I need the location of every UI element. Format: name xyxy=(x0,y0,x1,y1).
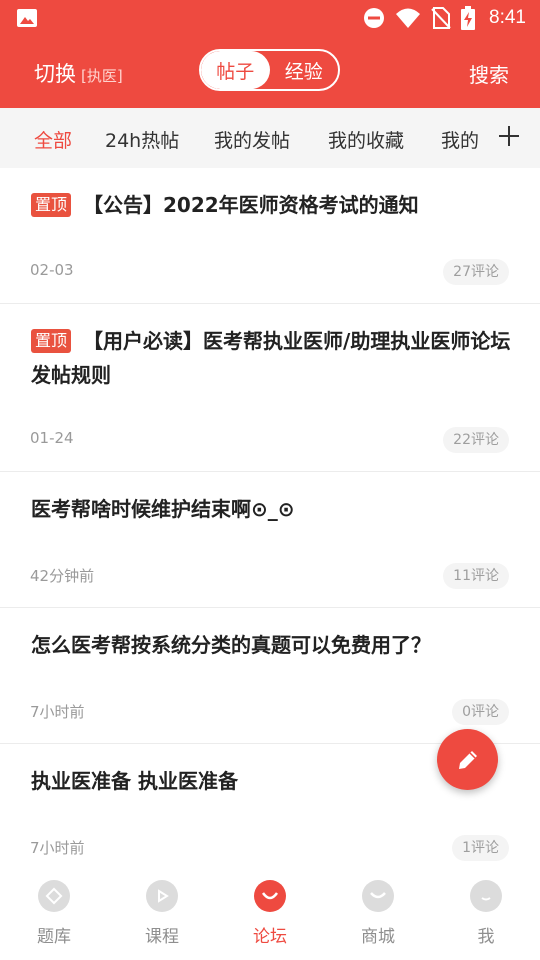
nav-label: 论坛 xyxy=(253,927,287,947)
post-date: 02-03 xyxy=(30,261,74,279)
tab-my-posts[interactable]: 我的发帖 xyxy=(214,126,290,153)
compose-post-button[interactable] xyxy=(437,729,498,790)
nav-label: 题库 xyxy=(37,927,71,947)
image-icon xyxy=(17,9,37,27)
profile-icon xyxy=(470,880,502,912)
nav-question-bank[interactable]: 题库 xyxy=(0,868,108,960)
question-bank-icon xyxy=(38,880,70,912)
post-title: 怎么医考帮按系统分类的真题可以免费用了？ xyxy=(31,633,431,657)
post-date: 01-24 xyxy=(30,429,74,447)
no-sim-icon xyxy=(431,7,451,29)
tab-all[interactable]: 全部 xyxy=(34,126,72,153)
list-item[interactable]: 置顶 【用户必读】医考帮执业医师/助理执业医师论坛发帖规则 01-24 22评论 xyxy=(0,304,540,472)
forum-smile-icon xyxy=(254,880,286,912)
post-title: 置顶 【用户必读】医考帮执业医师/助理执业医师论坛发帖规则 xyxy=(31,324,516,392)
switch-label: 切换 xyxy=(34,62,76,86)
post-title: 医考帮啥时候维护结束啊⊙_⊙ xyxy=(31,497,295,521)
post-date: 42分钟前 xyxy=(30,567,95,585)
nav-label: 课程 xyxy=(145,927,179,947)
app-bar: 切换 [执医] 帖子 经验 搜索 xyxy=(0,36,540,108)
post-title: 置顶 【公告】2022年医师资格考试的通知 xyxy=(31,188,516,222)
current-exam-label: [执医] xyxy=(81,67,123,85)
battery-charging-icon xyxy=(461,6,476,30)
segment-control: 帖子 经验 xyxy=(199,49,340,91)
play-icon xyxy=(146,880,178,912)
post-date: 7小时前 xyxy=(30,703,85,721)
pinned-badge: 置顶 xyxy=(31,193,72,217)
pinned-badge: 置顶 xyxy=(31,329,72,353)
list-item[interactable]: 医考帮啥时候维护结束啊⊙_⊙ 42分钟前 11评论 xyxy=(0,472,540,608)
nav-courses[interactable]: 课程 xyxy=(108,868,216,960)
tab-my-favorites[interactable]: 我的收藏 xyxy=(328,126,404,153)
comment-count-badge: 11评论 xyxy=(443,563,509,589)
search-button[interactable]: 搜索 xyxy=(469,59,509,88)
list-item[interactable]: 怎么医考帮按系统分类的真题可以免费用了？ 7小时前 0评论 xyxy=(0,608,540,744)
dnd-icon xyxy=(364,8,385,28)
status-bar: 8:41 xyxy=(0,0,540,36)
nav-label: 商城 xyxy=(361,927,395,947)
tab-my-partial[interactable]: 我的 xyxy=(441,126,481,153)
segment-experience[interactable]: 经验 xyxy=(270,51,339,89)
pencil-icon xyxy=(458,750,477,769)
post-title-text: 【用户必读】医考帮执业医师/助理执业医师论坛发帖规则 xyxy=(31,329,511,387)
switch-exam-button[interactable]: 切换 [执医] xyxy=(34,58,123,88)
segment-posts[interactable]: 帖子 xyxy=(201,51,270,89)
tab-24h-hot[interactable]: 24h热帖 xyxy=(105,126,179,153)
post-date: 7小时前 xyxy=(30,839,85,857)
list-item[interactable]: 置顶 【公告】2022年医师资格考试的通知 02-03 27评论 xyxy=(0,168,540,304)
nav-shop[interactable]: 商城 xyxy=(324,868,432,960)
post-title-text: 【公告】2022年医师资格考试的通知 xyxy=(83,193,419,217)
add-tab-icon[interactable] xyxy=(496,123,522,149)
comment-count-badge: 0评论 xyxy=(452,699,509,725)
comment-count-badge: 22评论 xyxy=(443,427,509,453)
comment-count-badge: 27评论 xyxy=(443,259,509,285)
nav-label: 我 xyxy=(477,927,495,947)
comment-count-badge: 1评论 xyxy=(452,835,509,861)
shop-icon xyxy=(362,880,394,912)
nav-forum[interactable]: 论坛 xyxy=(216,868,324,960)
clock: 8:41 xyxy=(489,7,526,28)
wifi-icon xyxy=(396,8,421,28)
app-header: 8:41 切换 [执医] 帖子 经验 搜索 xyxy=(0,0,540,108)
category-tabs: 全部 24h热帖 我的发帖 我的收藏 我的 xyxy=(0,108,540,168)
bottom-nav: 题库 课程 论坛 商城 我 xyxy=(0,868,540,960)
nav-profile[interactable]: 我 xyxy=(432,868,540,960)
